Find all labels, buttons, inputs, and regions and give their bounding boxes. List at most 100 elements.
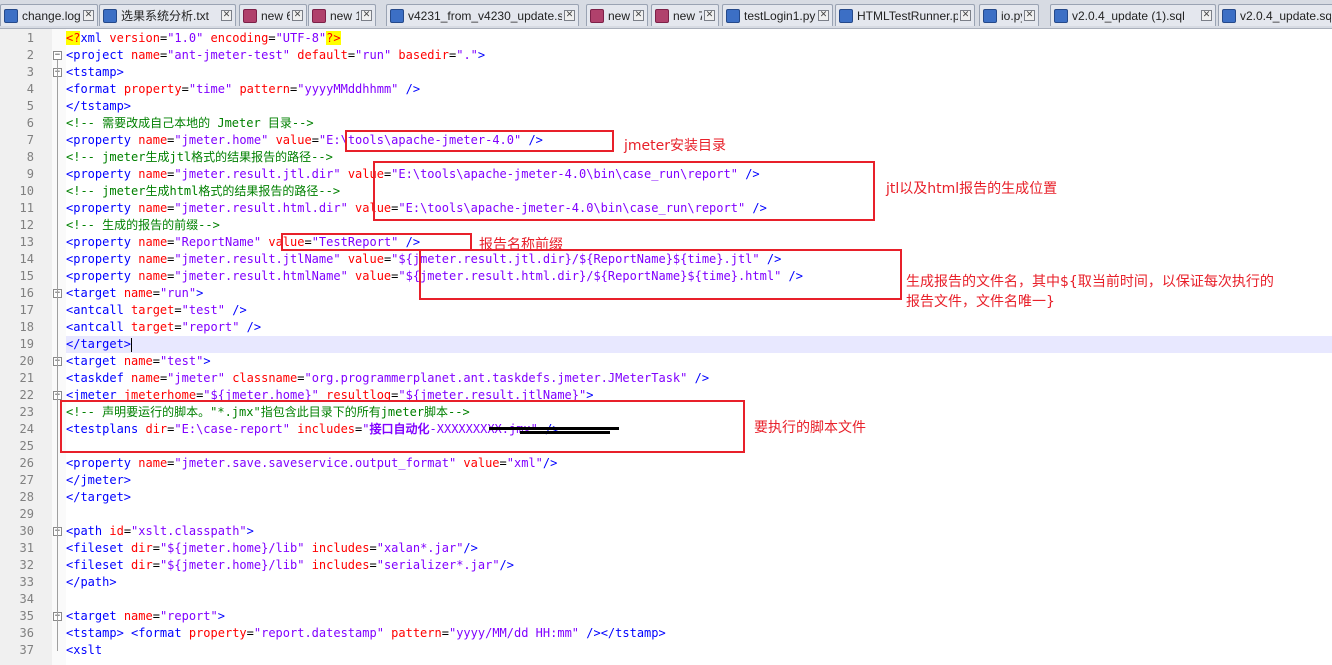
code-token: name: [138, 252, 168, 266]
code-token: /></tstamp>: [586, 626, 666, 640]
tab-6[interactable]: new 5✕: [586, 4, 648, 26]
code-line[interactable]: <antcall target="report" />: [66, 319, 1332, 336]
line-number: 5: [26, 99, 34, 113]
code-line[interactable]: <taskdef name="jmeter" classname="org.pr…: [66, 370, 1332, 387]
saved-file-icon: [839, 8, 853, 23]
code-token: includes: [311, 541, 370, 555]
text-cursor: [131, 337, 133, 352]
code-token: value: [463, 456, 500, 470]
code-token: =: [174, 320, 182, 334]
code-line[interactable]: </path>: [66, 574, 1332, 591]
code-line[interactable]: <tstamp>: [66, 64, 1332, 81]
tab-1[interactable]: change.log ✕: [0, 4, 98, 26]
code-token: "report": [181, 320, 240, 334]
code-token: <target: [66, 286, 117, 300]
code-token: "jmeter.home": [174, 133, 269, 147]
code-line[interactable]: <fileset dir="${jmeter.home}/lib" includ…: [66, 540, 1332, 557]
code-token: value: [355, 269, 392, 283]
tab-3[interactable]: new 6 ✕: [239, 4, 307, 26]
tab-11[interactable]: v2.0.4_update (1).sql ✕: [1050, 4, 1216, 26]
code-line[interactable]: <target name="report">: [66, 608, 1332, 625]
close-tab-icon[interactable]: ✕: [83, 10, 94, 21]
code-line[interactable]: <target name="test">: [66, 353, 1332, 370]
code-token: <property: [66, 252, 132, 266]
close-tab-icon[interactable]: ✕: [564, 10, 575, 21]
tab-4[interactable]: new 1 ✕: [308, 4, 376, 26]
redaction-scribble: [489, 427, 619, 430]
unsaved-file-icon: [312, 8, 326, 23]
code-line[interactable]: <property name = "jmeter.save.saveservice.…: [66, 455, 1332, 472]
line-number: 12: [19, 218, 34, 232]
close-tab-icon[interactable]: ✕: [1024, 10, 1035, 21]
code-token: =: [174, 303, 182, 317]
code-line[interactable]: [66, 506, 1332, 523]
code-token: name: [138, 456, 168, 470]
code-line[interactable]: </tstamp>: [66, 98, 1332, 115]
code-token: ".": [456, 48, 478, 62]
code-token: name: [131, 371, 160, 385]
code-token: name: [123, 609, 153, 623]
code-line[interactable]: <?xml version="1.0" encoding="UTF-8"?>: [66, 30, 1332, 47]
code-token: "org.programmerplanet.ant.taskdefs.jmete…: [304, 371, 688, 385]
line-number: 6: [26, 116, 34, 130]
line-number: 18: [19, 320, 34, 334]
line-number: 29: [19, 507, 34, 521]
code-line[interactable]: <xslt: [66, 642, 1332, 659]
code-token: =: [347, 48, 356, 62]
annotation-jmeter-dir: jmeter安装目录: [624, 138, 726, 154]
code-line[interactable]: <tstamp> <format property="report.datest…: [66, 625, 1332, 642]
tab-7[interactable]: new 7 ✕: [651, 4, 719, 26]
line-number: 11: [19, 201, 34, 215]
tab-5[interactable]: v4231_from_v4230_update.sql ✕: [386, 4, 579, 26]
line-number: 28: [19, 490, 34, 504]
code-token: pattern: [239, 82, 291, 96]
code-token: xml: [80, 31, 103, 45]
code-token: default: [297, 48, 348, 62]
unsaved-file-icon: [590, 8, 604, 23]
code-line[interactable]: </target>: [66, 489, 1332, 506]
tab-12[interactable]: v2.0.4_update.sql✕: [1218, 4, 1332, 26]
code-token: >: [246, 524, 254, 538]
close-tab-icon[interactable]: ✕: [1201, 10, 1212, 21]
code-token: "test": [181, 303, 225, 317]
code-line[interactable]: <path id="xslt.classpath">: [66, 523, 1332, 540]
tab-2[interactable]: 选果系统分析.txt ✕: [99, 4, 236, 26]
code-token: "time": [188, 82, 233, 96]
close-tab-icon[interactable]: ✕: [221, 10, 232, 21]
code-editor[interactable]: 1 2 3 4 5 6 7 8 9 10 11 12 13 14 15 16 17 18 19 20 21 22 23 24 2…: [0, 29, 1332, 665]
code-line[interactable]: [66, 591, 1332, 608]
code-token: name: [138, 167, 168, 181]
code-token: includes: [311, 558, 370, 572]
tab-label: v2.0.4_update (1).sql: [1072, 8, 1185, 23]
code-line[interactable]: <!-- 需要改成自己本地的 Jmeter 目录-->: [66, 115, 1332, 132]
code-token: <target: [66, 609, 117, 623]
close-tab-icon[interactable]: ✕: [633, 10, 644, 21]
code-token: target: [131, 303, 175, 317]
code-token: =: [152, 354, 160, 368]
code-token: <!-- jmeter生成jtl格式的结果报告的路径-->: [66, 150, 333, 164]
close-tab-icon[interactable]: ✕: [292, 10, 303, 21]
code-line[interactable]: </target>: [66, 336, 1332, 353]
close-tab-icon[interactable]: ✕: [818, 10, 829, 21]
tab-9[interactable]: HTMLTestRunner.py ✕: [835, 4, 975, 26]
annotation-report-filename-line2: 报告文件，文件名唯一}: [906, 294, 1055, 310]
close-tab-icon[interactable]: ✕: [704, 10, 715, 21]
code-token: encoding: [210, 31, 269, 45]
code-token: <property: [66, 456, 132, 470]
close-tab-icon[interactable]: ✕: [960, 10, 971, 21]
line-number: 35: [19, 609, 34, 623]
fold-toggle-icon[interactable]: −: [53, 51, 62, 60]
close-tab-icon[interactable]: ✕: [361, 10, 372, 21]
code-line[interactable]: </jmeter>: [66, 472, 1332, 489]
code-token: <project: [66, 48, 124, 62]
code-line[interactable]: <project name="ant-jmeter-test" default=…: [66, 47, 1332, 64]
tab-10[interactable]: io.py✕: [979, 4, 1039, 26]
code-line[interactable]: <format property="time" pattern="yyyyMMd…: [66, 81, 1332, 98]
code-line[interactable]: <fileset dir="${jmeter.home}/lib" includ…: [66, 557, 1332, 574]
tab-8[interactable]: testLogin1.py ✕: [722, 4, 833, 26]
